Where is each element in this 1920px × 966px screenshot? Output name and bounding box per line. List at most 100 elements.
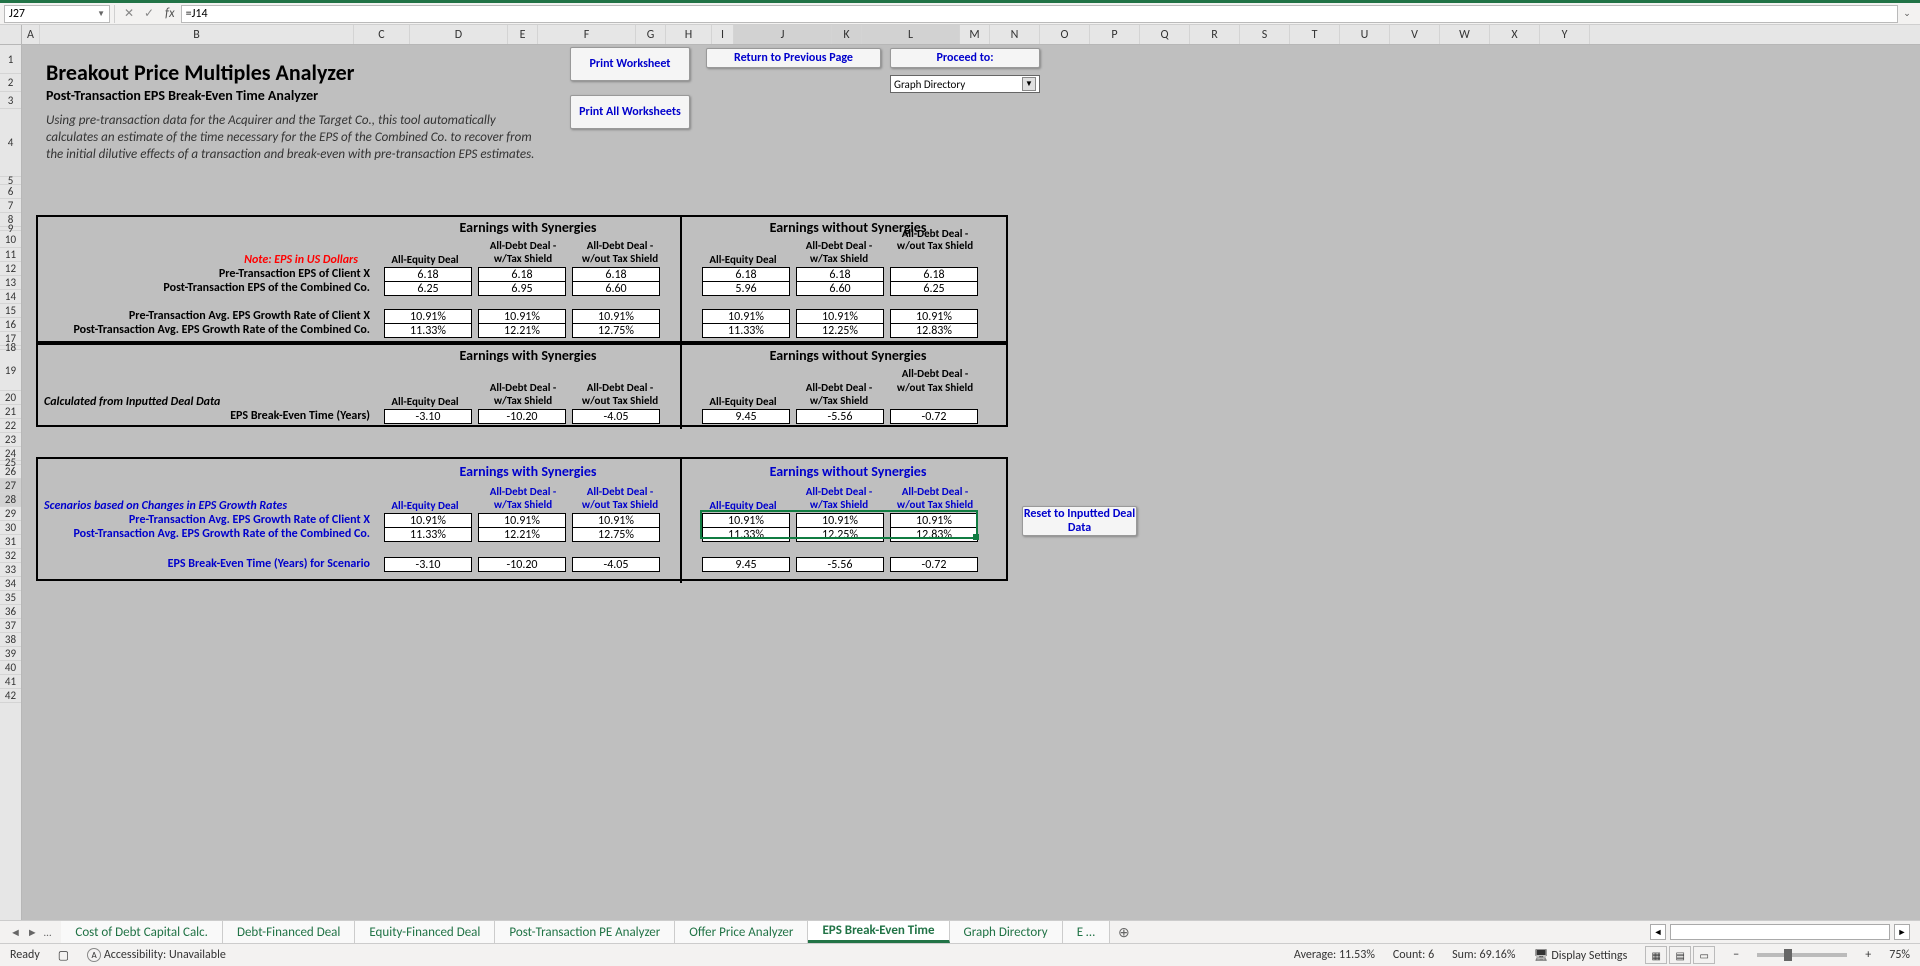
row-header-22[interactable]: 22 — [0, 419, 21, 433]
column-header-H[interactable]: H — [666, 25, 712, 44]
column-header-T[interactable]: T — [1290, 25, 1340, 44]
column-header-D[interactable]: D — [410, 25, 508, 44]
column-header-C[interactable]: C — [354, 25, 410, 44]
data-cell[interactable]: -4.05 — [572, 409, 660, 424]
data-cell[interactable]: 10.91% — [796, 513, 884, 528]
zoom-slider[interactable] — [1757, 953, 1847, 957]
tab-nav-next-icon[interactable]: ► — [27, 926, 38, 939]
column-header-U[interactable]: U — [1340, 25, 1390, 44]
reset-deal-data-button[interactable]: Reset to Inputted Deal Data — [1022, 506, 1137, 536]
data-cell[interactable]: -3.10 — [384, 557, 472, 572]
sheet-tab[interactable]: Equity-Financed Deal — [355, 921, 495, 943]
row-header-26[interactable]: 26 — [0, 465, 21, 479]
data-cell[interactable]: 11.33% — [702, 527, 790, 542]
data-cell[interactable]: -10.20 — [478, 409, 566, 424]
formula-input[interactable]: =J14 — [181, 5, 1898, 23]
row-header-23[interactable]: 23 — [0, 433, 21, 447]
column-header-J[interactable]: J — [734, 25, 832, 44]
formula-expand-icon[interactable]: ⌄ — [1898, 8, 1916, 19]
data-cell[interactable]: 10.91% — [384, 513, 472, 528]
column-header-X[interactable]: X — [1490, 25, 1540, 44]
data-cell[interactable]: 6.18 — [384, 267, 472, 282]
data-cell[interactable]: 6.60 — [572, 281, 660, 296]
data-cell[interactable]: 10.91% — [572, 513, 660, 528]
add-sheet-button[interactable]: ⊕ — [1110, 924, 1138, 941]
data-cell[interactable]: 6.18 — [572, 267, 660, 282]
row-header-16[interactable]: 16 — [0, 318, 21, 332]
row-header-2[interactable]: 2 — [0, 74, 21, 92]
column-header-L[interactable]: L — [862, 25, 960, 44]
select-all-corner[interactable] — [0, 25, 22, 44]
row-header-6[interactable]: 6 — [0, 185, 21, 199]
column-header-M[interactable]: M — [960, 25, 990, 44]
column-header-B[interactable]: B — [40, 25, 354, 44]
row-header-3[interactable]: 3 — [0, 92, 21, 109]
column-header-F[interactable]: F — [538, 25, 636, 44]
data-cell[interactable]: 6.60 — [796, 281, 884, 296]
row-header-4[interactable]: 4 — [0, 109, 21, 177]
row-header-39[interactable]: 39 — [0, 647, 21, 661]
column-header-Q[interactable]: Q — [1140, 25, 1190, 44]
data-cell[interactable]: 10.91% — [890, 309, 978, 324]
data-cell[interactable]: -5.56 — [796, 557, 884, 572]
row-header-10[interactable]: 10 — [0, 231, 21, 248]
row-header-19[interactable]: 19 — [0, 350, 21, 391]
row-header-32[interactable]: 32 — [0, 549, 21, 563]
data-cell[interactable]: 5.96 — [702, 281, 790, 296]
row-header-35[interactable]: 35 — [0, 591, 21, 605]
row-header-27[interactable]: 27 — [0, 479, 21, 493]
data-cell[interactable]: 10.91% — [702, 513, 790, 528]
sheet-tab[interactable]: Graph Directory — [950, 921, 1063, 943]
row-header-28[interactable]: 28 — [0, 493, 21, 507]
data-cell[interactable]: 10.91% — [478, 513, 566, 528]
name-box-dropdown-icon[interactable]: ▼ — [97, 9, 105, 19]
row-header-34[interactable]: 34 — [0, 577, 21, 591]
row-header-36[interactable]: 36 — [0, 605, 21, 619]
cancel-icon[interactable]: ✕ — [119, 6, 139, 21]
zoom-out-button[interactable]: − — [1733, 948, 1739, 962]
view-page-layout-icon[interactable]: ▤ — [1669, 946, 1691, 964]
column-header-R[interactable]: R — [1190, 25, 1240, 44]
zoom-level[interactable]: 75% — [1889, 948, 1910, 962]
view-page-break-icon[interactable]: ▭ — [1693, 946, 1715, 964]
graph-directory-dropdown[interactable]: Graph Directory ▼ — [890, 75, 1040, 93]
row-header-13[interactable]: 13 — [0, 276, 21, 290]
hscroll-track[interactable] — [1670, 924, 1890, 940]
data-cell[interactable]: 11.33% — [384, 323, 472, 338]
macro-record-icon[interactable]: ▢ — [58, 948, 69, 963]
row-header-11[interactable]: 11 — [0, 248, 21, 262]
column-header-E[interactable]: E — [508, 25, 538, 44]
data-cell[interactable]: 10.91% — [572, 309, 660, 324]
data-cell[interactable]: -4.05 — [572, 557, 660, 572]
sheet-tab[interactable]: Debt-Financed Deal — [223, 921, 355, 943]
sheet-tab[interactable]: EPS Break-Even Time — [808, 921, 949, 943]
data-cell[interactable]: -0.72 — [890, 409, 978, 424]
column-header-G[interactable]: G — [636, 25, 666, 44]
accessibility-status[interactable]: A Accessibility: Unavailable — [87, 948, 226, 963]
row-header-12[interactable]: 12 — [0, 262, 21, 276]
data-cell[interactable]: 10.91% — [384, 309, 472, 324]
row-header-5[interactable]: 5 — [0, 177, 21, 185]
data-cell[interactable]: 6.18 — [702, 267, 790, 282]
data-cell[interactable]: 10.91% — [890, 513, 978, 528]
spreadsheet-grid[interactable]: Breakout Price Multiples Analyzer Post-T… — [22, 45, 1920, 933]
data-cell[interactable]: -10.20 — [478, 557, 566, 572]
row-header-21[interactable]: 21 — [0, 405, 21, 419]
row-header-42[interactable]: 42 — [0, 689, 21, 703]
sheet-tab[interactable]: Offer Price Analyzer — [675, 921, 808, 943]
row-header-33[interactable]: 33 — [0, 563, 21, 577]
enter-icon[interactable]: ✓ — [139, 6, 159, 21]
sheet-tab[interactable]: Cost of Debt Capital Calc. — [61, 921, 223, 943]
data-cell[interactable]: 9.45 — [702, 409, 790, 424]
zoom-in-button[interactable]: + — [1865, 948, 1871, 962]
row-header-20[interactable]: 20 — [0, 391, 21, 405]
row-header-14[interactable]: 14 — [0, 290, 21, 304]
data-cell[interactable]: -0.72 — [890, 557, 978, 572]
row-header-37[interactable]: 37 — [0, 619, 21, 633]
row-header-29[interactable]: 29 — [0, 507, 21, 521]
print-all-worksheets-button[interactable]: Print All Worksheets — [570, 95, 690, 129]
column-header-S[interactable]: S — [1240, 25, 1290, 44]
data-cell[interactable]: 12.25% — [796, 323, 884, 338]
data-cell[interactable]: 12.75% — [572, 527, 660, 542]
row-header-41[interactable]: 41 — [0, 675, 21, 689]
